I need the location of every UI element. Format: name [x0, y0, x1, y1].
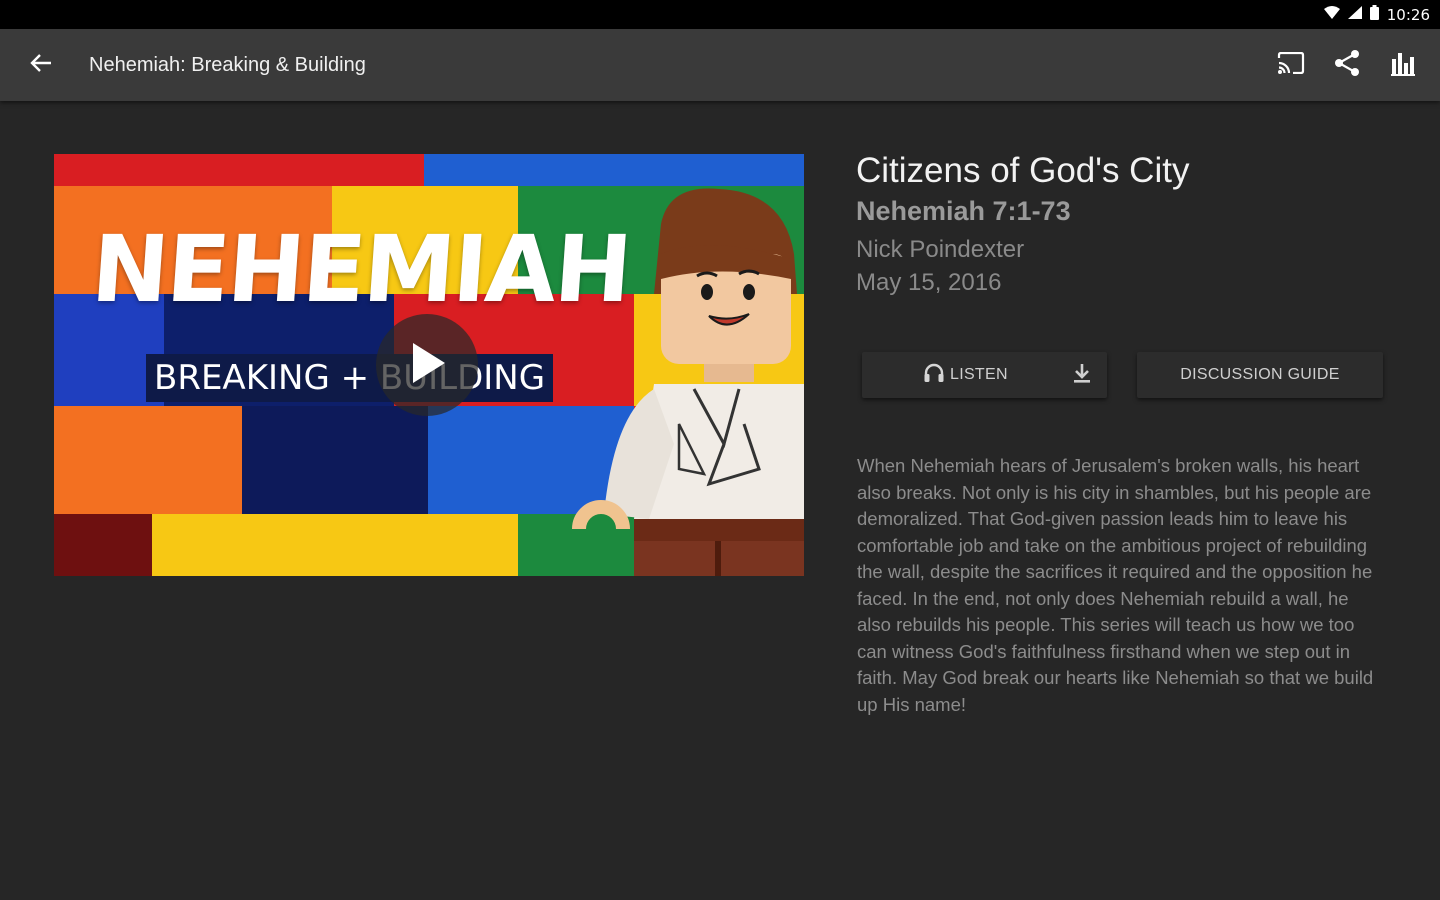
video-thumbnail[interactable]: NEHEMIAH BREAKING + BUILDING — [54, 154, 804, 576]
sermon-scripture: Nehemiah 7:1-73 — [856, 196, 1071, 226]
listen-label: LISTEN — [950, 366, 1008, 383]
stats-button[interactable] — [1378, 40, 1428, 90]
status-bar: 10:26 — [0, 0, 1440, 29]
thumbnail-subtitle: BREAKING + BUILDING — [146, 354, 554, 402]
chart-icon — [1391, 50, 1415, 81]
signal-icon — [1347, 5, 1362, 24]
sermon-speaker: Nick Poindexter — [856, 236, 1025, 263]
discussion-guide-button[interactable]: DISCUSSION GUIDE — [1137, 352, 1383, 398]
listen-button[interactable]: LISTEN — [862, 352, 1107, 398]
thumbnail-title: NEHEMIAH — [88, 216, 634, 323]
sermon-details: Citizens of God's City Nehemiah 7:1-73 N… — [856, 150, 1396, 300]
battery-icon — [1369, 4, 1379, 25]
download-icon — [1073, 363, 1091, 388]
app-bar: Nehemiah: Breaking & Building — [0, 29, 1440, 101]
download-button[interactable] — [1073, 363, 1091, 388]
back-button[interactable] — [11, 35, 71, 95]
sermon-date: May 15, 2016 — [856, 269, 1002, 296]
status-time: 10:26 — [1386, 5, 1430, 24]
arrow-back-icon — [30, 53, 52, 78]
sermon-description: When Nehemiah hears of Jerusalem's broke… — [857, 455, 1374, 715]
share-button[interactable] — [1322, 40, 1372, 90]
share-icon — [1333, 49, 1361, 82]
cast-button[interactable] — [1266, 40, 1316, 90]
play-icon — [407, 341, 447, 390]
cast-icon — [1277, 51, 1305, 79]
play-button[interactable] — [376, 314, 478, 416]
page-title: Nehemiah: Breaking & Building — [89, 53, 366, 76]
wifi-icon — [1323, 5, 1340, 24]
sermon-title: Citizens of God's City — [856, 151, 1190, 190]
action-buttons: LISTEN DISCUSSION GUIDE — [862, 352, 1383, 398]
headphones-icon — [924, 363, 944, 387]
discussion-guide-label: DISCUSSION GUIDE — [1180, 366, 1340, 383]
